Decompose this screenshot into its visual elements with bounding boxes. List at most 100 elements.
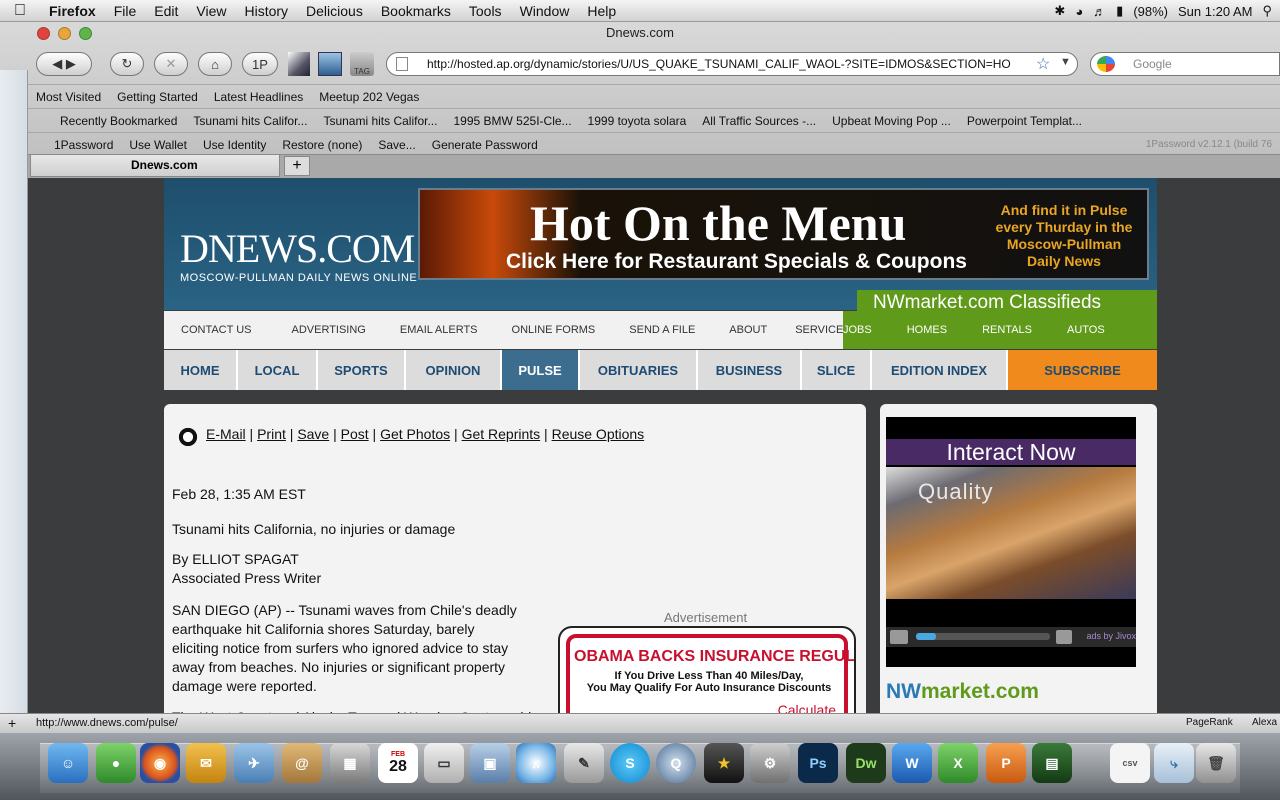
url-dropdown-icon[interactable]: ▼ <box>1060 56 1071 68</box>
stop-button[interactable]: ✕ <box>154 52 188 76</box>
tag-icon[interactable]: TAG <box>350 52 374 76</box>
dashboard-icon[interactable]: ▦ <box>330 743 370 783</box>
nav-homes[interactable]: HOMES <box>889 324 964 336</box>
nav-pulse[interactable]: PULSE <box>502 350 580 390</box>
documents-folder-icon[interactable]: ⤷ <box>1154 743 1194 783</box>
system-preferences-icon[interactable]: ⚙ <box>750 743 790 783</box>
ical-icon[interactable]: FEB 28 <box>378 743 418 783</box>
new-tab-button[interactable]: + <box>284 156 310 176</box>
photoshop-icon[interactable]: Ps <box>798 743 838 783</box>
menu-delicious[interactable]: Delicious <box>297 3 372 19</box>
nav-home[interactable]: HOME <box>164 350 238 390</box>
url-input[interactable]: http://hosted.ap.org/dynamic/stories/U/U… <box>386 52 1078 76</box>
use-identity-menu[interactable]: Use Identity <box>195 138 274 152</box>
restore-menu[interactable]: Restore (none) <box>274 138 370 152</box>
mail-icon[interactable]: ✈ <box>234 743 274 783</box>
post-link[interactable]: Post <box>341 426 369 442</box>
nav-contact-us[interactable]: CONTACT US <box>164 324 252 336</box>
dreamweaver-icon[interactable]: Dw <box>846 743 886 783</box>
quicktime-icon[interactable]: Q <box>656 743 696 783</box>
nav-online-forms[interactable]: ONLINE FORMS <box>478 324 596 336</box>
header-banner-ad[interactable]: Hot On the Menu Click Here for Restauran… <box>418 188 1149 280</box>
ads-by-label[interactable]: ads by Jivox <box>1086 631 1136 641</box>
use-wallet-menu[interactable]: Use Wallet <box>121 138 195 152</box>
csv-file-icon[interactable]: csv <box>1110 743 1150 783</box>
get-photos-link[interactable]: Get Photos <box>380 426 450 442</box>
word-icon[interactable]: W <box>892 743 932 783</box>
imovie-icon[interactable]: ★ <box>704 743 744 783</box>
bookmark-upbeat[interactable]: Upbeat Moving Pop ... <box>824 114 959 128</box>
nav-jobs[interactable]: JOBS <box>843 324 889 336</box>
bookmark-powerpoint[interactable]: Powerpoint Templat... <box>959 114 1090 128</box>
powerpoint-icon[interactable]: P <box>986 743 1026 783</box>
nav-edition-index[interactable]: EDITION INDEX <box>872 350 1008 390</box>
save-link[interactable]: Save <box>297 426 329 442</box>
nwmarket-logo[interactable]: NWmarket.com <box>886 680 1039 704</box>
nav-email-alerts[interactable]: EMAIL ALERTS <box>366 324 478 336</box>
reuse-options-link[interactable]: Reuse Options <box>552 426 645 442</box>
battery-percent[interactable]: (98%) <box>1133 4 1168 19</box>
bookmark-getting-started[interactable]: Getting Started <box>109 90 206 104</box>
trash-icon[interactable]: 🗑 <box>1196 743 1236 783</box>
menu-help[interactable]: Help <box>578 3 625 19</box>
zoom-window-button[interactable] <box>79 27 92 40</box>
delicious-icon[interactable] <box>318 52 342 76</box>
pause-icon[interactable] <box>890 630 908 644</box>
menu-window[interactable]: Window <box>511 3 579 19</box>
site-logo[interactable]: DNEWS.COM MOSCOW-PULLMAN DAILY NEWS ONLI… <box>180 225 417 284</box>
menu-app[interactable]: Firefox <box>40 3 105 19</box>
nav-business[interactable]: BUSINESS <box>698 350 802 390</box>
menu-file[interactable]: File <box>105 3 146 19</box>
nav-sports[interactable]: SPORTS <box>318 350 406 390</box>
address-book-icon[interactable]: @ <box>282 743 322 783</box>
forward-icon[interactable]: ▶ <box>66 56 76 72</box>
wifi-icon[interactable]: ◕ <box>1075 4 1083 19</box>
menu-bookmarks[interactable]: Bookmarks <box>372 3 460 19</box>
menu-history[interactable]: History <box>235 3 297 19</box>
status-plus-icon[interactable]: + <box>8 714 16 732</box>
nav-opinion[interactable]: OPINION <box>406 350 502 390</box>
home-button[interactable]: ⌂ <box>198 52 232 76</box>
finder-icon[interactable]: ☺ <box>48 743 88 783</box>
back-forward-button[interactable]: ◀ ▶ <box>36 52 92 76</box>
video-ad[interactable]: Interact Now Quality ads by Jivox <box>886 417 1136 667</box>
nav-subscribe[interactable]: SUBSCRIBE <box>1008 350 1157 390</box>
reload-button[interactable]: ↻ <box>110 52 144 76</box>
bookmark-traffic[interactable]: All Traffic Sources -... <box>694 114 824 128</box>
bookmark-tsunami-2[interactable]: Tsunami hits Califor... <box>315 114 445 128</box>
nav-obituaries[interactable]: OBITUARIES <box>580 350 698 390</box>
nav-about[interactable]: ABOUT <box>695 324 767 336</box>
save-login-button[interactable]: Save... <box>370 138 423 152</box>
adium-icon[interactable]: ● <box>96 743 136 783</box>
nav-rentals[interactable]: RENTALS <box>964 324 1049 336</box>
minimize-window-button[interactable] <box>58 27 71 40</box>
get-reprints-link[interactable]: Get Reprints <box>462 426 541 442</box>
search-input[interactable]: Google <box>1090 52 1280 76</box>
video-frame[interactable]: Quality <box>886 467 1136 599</box>
battery-icon[interactable]: ▮ <box>1116 3 1123 19</box>
close-window-button[interactable] <box>37 27 50 40</box>
pagerank-label[interactable]: PageRank <box>1186 714 1233 732</box>
tab-dnews[interactable]: Dnews.com <box>30 155 280 177</box>
volume-icon[interactable]: ♬ <box>1093 4 1106 19</box>
print-icon[interactable] <box>176 426 200 448</box>
menu-edit[interactable]: Edit <box>145 3 187 19</box>
bluetooth-icon[interactable]: ✱ <box>1054 3 1065 19</box>
email-link[interactable]: E-Mail <box>206 426 246 442</box>
nav-services[interactable]: SERVICES <box>767 324 850 336</box>
insurance-ad[interactable]: OBAMA BACKS INSURANCE REGULATION If You … <box>558 626 856 724</box>
skype-icon[interactable]: S <box>610 743 650 783</box>
video-progress[interactable] <box>916 633 1050 640</box>
onepassword-button[interactable]: 1P <box>242 52 278 76</box>
preview-icon[interactable]: ▭ <box>424 743 464 783</box>
mail-stamp-icon[interactable]: ✉ <box>186 743 226 783</box>
generate-password-button[interactable]: Generate Password <box>424 138 546 152</box>
bookmark-latest-headlines[interactable]: Latest Headlines <box>206 90 311 104</box>
mute-icon[interactable] <box>1056 630 1072 644</box>
bookmark-bmw[interactable]: 1995 BMW 525I-Cle... <box>445 114 579 128</box>
print-link[interactable]: Print <box>257 426 286 442</box>
apple-icon[interactable]:  <box>0 2 40 20</box>
bookmark-meetup[interactable]: Meetup 202 Vegas <box>311 90 427 104</box>
google-icon[interactable] <box>1097 56 1115 72</box>
back-icon[interactable]: ◀ <box>52 56 62 72</box>
